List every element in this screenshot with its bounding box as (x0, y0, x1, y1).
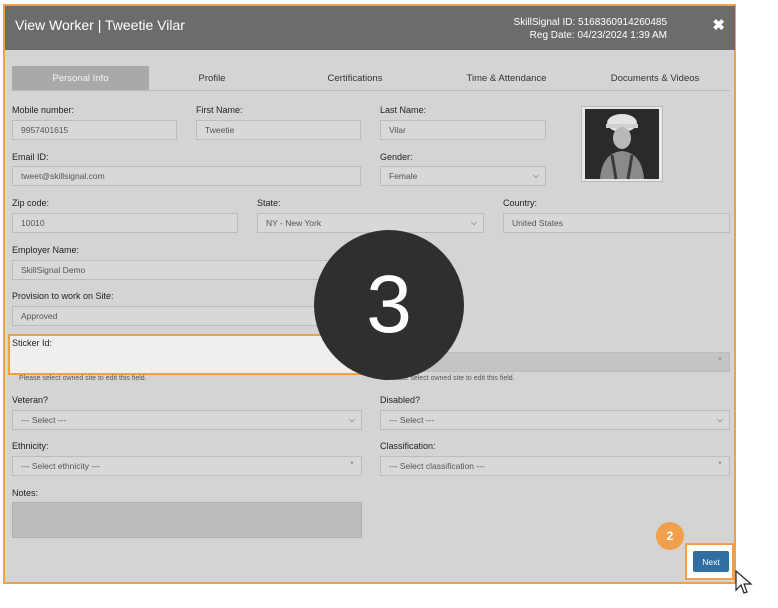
modal-title: View Worker | Tweetie Vilar (15, 17, 185, 33)
tab-personal-info[interactable]: Personal Info (12, 66, 149, 90)
classification-select[interactable]: --- Select classification --- ▼ (380, 456, 730, 476)
tab-divider (11, 90, 730, 91)
caret-down-icon: ▼ (717, 357, 723, 363)
disabled-value: --- Select --- (389, 415, 435, 425)
country-input[interactable]: United States (503, 213, 730, 233)
zip-input[interactable]: 10010 (12, 213, 238, 233)
sticker-id-field[interactable]: Sticker Id: (8, 334, 364, 375)
zip-label: Zip code: (12, 198, 50, 208)
veteran-select[interactable]: --- Select --- ⌵ (12, 410, 362, 430)
notes-label: Notes: (12, 488, 39, 498)
email-label: Email ID: (12, 152, 49, 162)
ethnicity-value: --- Select ethnicity --- (21, 461, 100, 471)
mobile-input[interactable]: 9957401615 (12, 120, 177, 140)
email-input[interactable]: tweet@skillsignal.com (12, 166, 361, 186)
step-3-marker: 3 (314, 230, 464, 380)
veteran-label: Veteran? (12, 395, 49, 405)
tab-documents-videos[interactable]: Documents & Videos (590, 66, 720, 90)
disabled-label: Disabled? (380, 395, 421, 405)
tab-profile[interactable]: Profile (152, 66, 272, 90)
tab-certifications[interactable]: Certifications (290, 66, 420, 90)
state-label: State: (257, 198, 281, 208)
mobile-label: Mobile number: (12, 105, 75, 115)
step-2-badge: 2 (656, 522, 684, 550)
provision-input[interactable]: Approved (12, 306, 362, 326)
worker-meta: SkillSignal ID: 5168360914260485 Reg Dat… (514, 16, 667, 42)
country-label: Country: (503, 198, 538, 208)
employer-label: Employer Name: (12, 245, 80, 255)
last-name-label: Last Name: (380, 105, 427, 115)
disabled-select[interactable]: --- Select --- ⌵ (380, 410, 730, 430)
skillsignal-id: SkillSignal ID: 5168360914260485 (513, 17, 667, 28)
chevron-down-icon: ⌵ (532, 171, 539, 180)
caret-down-icon: ▼ (717, 461, 723, 467)
reg-date: Reg Date: 04/23/2024 1:39 AM (529, 30, 667, 41)
worker-photo-image (585, 109, 659, 180)
state-value: NY - New York (266, 218, 322, 228)
notes-textarea[interactable] (12, 502, 362, 538)
sticker-id-label: Sticker Id: (12, 338, 53, 348)
worker-photo (581, 106, 663, 182)
chevron-down-icon: ⌵ (716, 415, 723, 424)
chevron-down-icon: ⌵ (348, 415, 355, 424)
classification-value: --- Select classification --- (389, 461, 485, 471)
tab-time-attendance[interactable]: Time & Attendance (440, 66, 573, 90)
veteran-value: --- Select --- (21, 415, 67, 425)
gender-label: Gender: (380, 152, 413, 162)
gender-select[interactable]: Female ⌵ (380, 166, 546, 186)
last-name-input[interactable]: Vilar (380, 120, 546, 140)
provision-label: Provision to work on Site: (12, 291, 114, 301)
pointer-cursor-icon (735, 570, 753, 594)
first-name-label: First Name: (196, 105, 243, 115)
caret-down-icon: ▼ (349, 461, 355, 467)
ethnicity-select[interactable]: --- Select ethnicity --- ▼ (12, 456, 362, 476)
close-icon[interactable]: ✖ (712, 16, 725, 34)
state-select[interactable]: NY - New York ⌵ (257, 213, 484, 233)
ethnicity-label: Ethnicity: (12, 441, 49, 451)
first-name-input[interactable]: Tweetie (196, 120, 361, 140)
employer-input[interactable]: SkillSignal Demo (12, 260, 362, 280)
chevron-down-icon: ⌵ (470, 218, 477, 227)
next-button[interactable]: Next (693, 551, 729, 572)
gender-value: Female (389, 171, 418, 181)
classification-label: Classification: (380, 441, 436, 451)
sticker-hint: Please select owned site to edit this fi… (19, 375, 147, 382)
modal-header: View Worker | Tweetie Vilar SkillSignal … (5, 6, 735, 50)
